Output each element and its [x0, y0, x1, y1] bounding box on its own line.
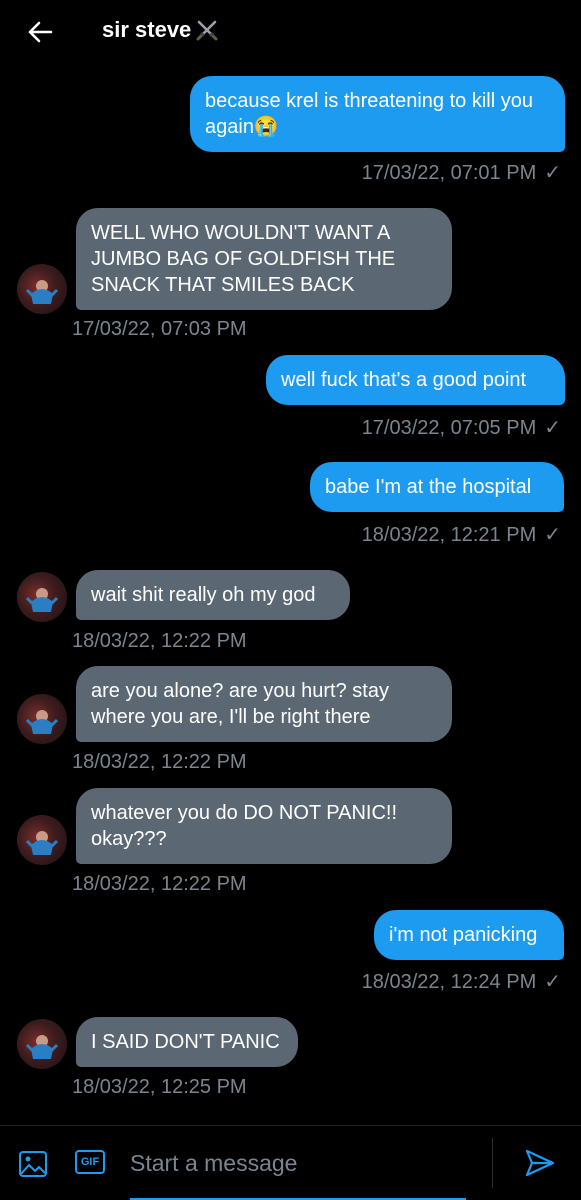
received-message-bubble[interactable]: whatever you do DO NOT PANIC!! okay??? [76, 788, 452, 864]
avatar[interactable] [17, 815, 67, 865]
avatar[interactable] [17, 264, 67, 314]
avatar[interactable] [17, 1019, 67, 1069]
avatar[interactable] [17, 694, 67, 744]
received-message-bubble[interactable]: wait shit really oh my god [76, 570, 350, 620]
message-text: I SAID DON'T PANIC [91, 1031, 280, 1053]
message-text: babe I'm at the hospital [325, 476, 532, 498]
image-icon[interactable] [18, 1150, 48, 1178]
message-timestamp: 18/03/22, 12:22 PM [72, 873, 247, 895]
message-input[interactable]: Start a message [130, 1146, 470, 1180]
conversation-title[interactable]: sir steve [102, 17, 219, 43]
received-message-bubble[interactable]: I SAID DON'T PANIC [76, 1017, 298, 1067]
sent-message-bubble[interactable]: because krel is threatening to kill you … [190, 76, 565, 152]
message-timestamp: 17/03/22, 07:03 PM [72, 318, 247, 340]
message-timestamp: 17/03/22, 07:01 PM ✓ [361, 162, 561, 184]
message-timestamp: 17/03/22, 07:05 PM ✓ [361, 417, 561, 439]
received-message-bubble[interactable]: are you alone? are you hurt? stay where … [76, 666, 452, 742]
sent-message-bubble[interactable]: babe I'm at the hospital [310, 462, 564, 512]
sent-check-icon: ✓ [544, 417, 561, 439]
sent-message-bubble[interactable]: well fuck that's a good point [266, 355, 565, 405]
message-timestamp: 18/03/22, 12:25 PM [72, 1076, 247, 1098]
crossed-swords-icon [195, 18, 219, 42]
message-timestamp: 18/03/22, 12:24 PM ✓ [361, 971, 561, 993]
compose-divider [492, 1138, 493, 1188]
contact-name: sir steve [102, 17, 192, 42]
avatar[interactable] [17, 572, 67, 622]
back-arrow-icon[interactable] [26, 18, 54, 46]
sent-message-bubble[interactable]: i'm not panicking [374, 910, 564, 960]
message-timestamp: 18/03/22, 12:22 PM [72, 630, 247, 652]
send-icon[interactable] [524, 1148, 556, 1178]
gif-button[interactable]: GIF [75, 1150, 105, 1174]
sent-check-icon: ✓ [544, 524, 561, 546]
received-message-bubble[interactable]: WELL WHO WOULDN'T WANT A JUMBO BAG OF GO… [76, 208, 452, 310]
message-text: WELL WHO WOULDN'T WANT A JUMBO BAG OF GO… [91, 222, 396, 296]
conversation-header: sir steve [0, 0, 581, 62]
gif-icon: GIF [75, 1150, 105, 1174]
message-timestamp: 18/03/22, 12:22 PM [72, 751, 247, 773]
message-text: whatever you do DO NOT PANIC!! okay??? [91, 802, 398, 850]
message-text: well fuck that's a good point [281, 369, 527, 391]
message-timestamp: 18/03/22, 12:21 PM ✓ [361, 524, 561, 546]
sent-check-icon: ✓ [544, 162, 561, 184]
message-text: are you alone? are you hurt? stay where … [91, 680, 389, 728]
compose-bar: GIF Start a message [0, 1125, 581, 1200]
sent-check-icon: ✓ [544, 971, 561, 993]
message-text: i'm not panicking [389, 924, 538, 946]
message-text: wait shit really oh my god [91, 584, 316, 606]
message-text: because krel is threatening to kill you … [205, 90, 533, 138]
